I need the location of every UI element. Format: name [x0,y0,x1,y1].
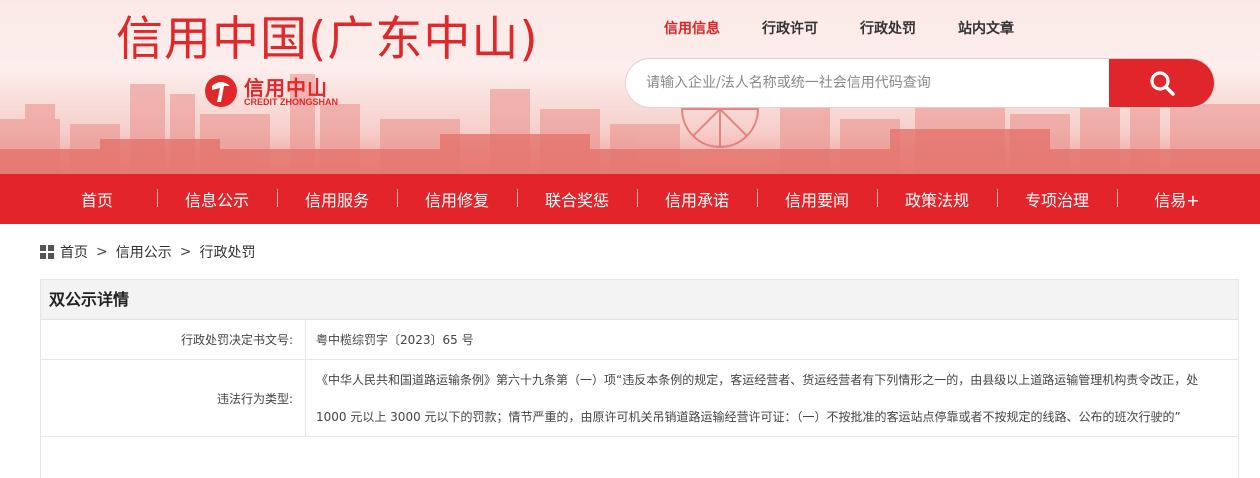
breadcrumb-separator: > [179,244,192,260]
search-bar [625,58,1215,108]
nav-divider [277,189,278,207]
nav-divider [637,189,638,207]
nav-divider [757,189,758,207]
nav-item-label: 信用服务 [304,191,369,210]
nav-divider [1117,189,1118,207]
nav-item-credit-service[interactable]: 信用服务 [277,187,397,211]
row-value-decision-number: 粤中榄综罚字〔2023〕65 号 [316,333,474,347]
nav-item-special-governance[interactable]: 专项治理 [997,187,1117,211]
nav-item-home[interactable]: 首页 [37,187,157,211]
nav-item-label: 信易+ [1154,191,1200,210]
nav-item-label: 信用修复 [424,191,489,210]
grid-icon [40,245,54,259]
nav-item-credit-commitment[interactable]: 信用承诺 [637,187,757,211]
row-label-decision-number: 行政处罚决定书文号: [41,320,306,359]
nav-item-joint-rewards[interactable]: 联合奖惩 [517,187,637,211]
top-link-admin-license[interactable]: 行政许可 [762,18,818,38]
detail-panel: 双公示详情 行政处罚决定书文号: 粤中榄综罚字〔2023〕65 号 违法行为类型… [40,279,1239,478]
main-nav: 首页 信息公示 信用服务 信用修复 联合奖惩 信用承诺 信用要闻 政策法规 专项… [0,174,1260,224]
breadcrumb-credit-disclosure[interactable]: 信用公示 [116,242,172,262]
detail-row: 违法行为类型: 《中华人民共和国道路运输条例》第六十九条第（一）项“违反本条例的… [41,360,1238,437]
site-logo[interactable]: 信用中山 CREDIT ZHONGSHAN [204,72,364,112]
row-label-violation-type: 违法行为类型: [41,360,306,436]
breadcrumb-home[interactable]: 首页 [60,242,88,262]
nav-item-label: 政策法规 [904,191,969,210]
top-link-credit-info[interactable]: 信用信息 [664,18,720,38]
nav-item-label: 信用承诺 [664,191,729,210]
nav-item-xinyi-plus[interactable]: 信易+ [1117,187,1237,211]
nav-item-credit-news[interactable]: 信用要闻 [757,187,877,211]
nav-item-label: 专项治理 [1024,191,1089,210]
breadcrumb-current: 行政处罚 [199,245,256,261]
nav-divider [397,189,398,207]
nav-item-info-disclosure[interactable]: 信息公示 [157,187,277,211]
nav-divider [877,189,878,207]
top-link-site-articles[interactable]: 站内文章 [958,18,1014,38]
search-input[interactable] [626,59,1110,107]
top-links: 信用信息 行政许可 行政处罚 站内文章 [664,18,1056,38]
nav-item-label: 联合奖惩 [544,191,609,210]
nav-divider [517,189,518,207]
detail-row: 行政处罚决定书文号: 粤中榄综罚字〔2023〕65 号 [41,320,1238,360]
nav-item-label: 信息公示 [184,191,249,210]
row-value-violation-type: 《中华人民共和国道路运输条例》第六十九条第（一）项“违反本条例的规定，客运经营者… [316,373,1199,424]
panel-title: 双公示详情 [41,280,1238,320]
site-title: 信用中国(广东中山) [116,12,539,67]
search-button[interactable] [1109,59,1214,107]
nav-item-credit-repair[interactable]: 信用修复 [397,187,517,211]
nav-item-label: 信用要闻 [784,191,849,210]
nav-item-policy[interactable]: 政策法规 [877,187,997,211]
nav-divider [157,189,158,207]
search-icon [1149,71,1175,96]
nav-divider [997,189,998,207]
logo-mark-icon [205,75,237,107]
header-banner: 信用中国(广东中山) 信用中山 CREDIT ZHONGSHAN 信用信息 行政… [0,0,1260,174]
logo-text-en: CREDIT ZHONGSHAN [244,97,338,107]
top-link-admin-penalty[interactable]: 行政处罚 [860,18,916,38]
breadcrumb-separator: > [96,244,108,260]
breadcrumb: 首页 > 信用公示 > 行政处罚 [40,242,255,262]
